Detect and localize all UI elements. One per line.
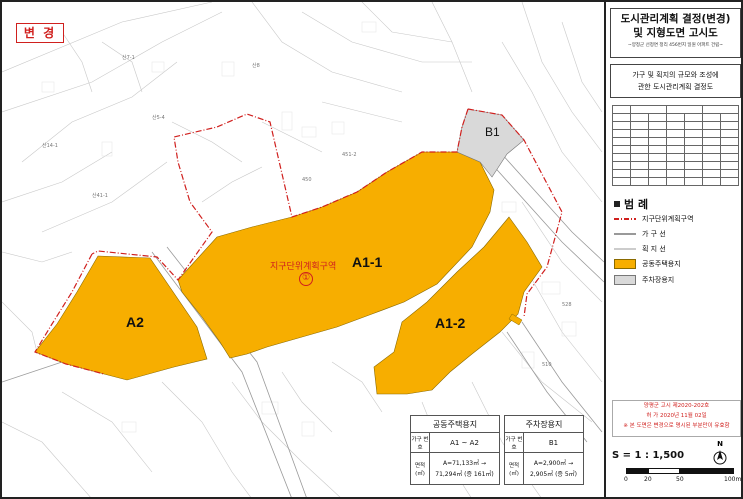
scale-ratio: S = 1 : 1,500: [612, 450, 685, 461]
parking-swatch-icon: [614, 275, 636, 285]
notice-line-3: ※ 본 도면은 변경으로 명시된 부분만이 유효함: [623, 423, 730, 429]
title-line-1: 도시관리계획 결정(변경): [620, 13, 731, 25]
map-area[interactable]: 변 경 A1-1 A1-2 A2 B1 지구단위계획구역 ① 산7-1 산5-4…: [2, 2, 604, 497]
notice-line-1: 양평군 고시 제2020-202호: [643, 403, 710, 409]
lot-number: 451-2: [342, 152, 357, 158]
lot-number: 산7-1: [122, 55, 135, 61]
description-line-2: 관한 도시관리계획 결정도: [637, 83, 714, 91]
title-subtitle: ~양정군 선정면 정리 456번지 일원 아파트 건립~: [627, 43, 724, 48]
label-a2: A2: [126, 314, 144, 330]
label-a1-2: A1-2: [435, 315, 466, 331]
title-box: 도시관리계획 결정(변경) 및 지형도면 고시도 ~양정군 선정면 정리 456…: [610, 8, 741, 58]
housing-area-before: A=71,133㎡ →: [442, 459, 487, 467]
housing-row1-label: 가구 번호: [410, 432, 430, 453]
lot-number: 산8: [252, 63, 260, 69]
title-line-2: 및 지형도면 고시도: [633, 27, 718, 39]
description-box: 가구 및 획지의 규모와 조성에 관한 도시관리계획 결정도: [610, 64, 741, 98]
north-arrow: N: [712, 440, 728, 470]
title-block: 도시관리계획 결정(변경) 및 지형도면 고시도 ~양정군 선정면 정리 456…: [604, 2, 742, 497]
scale-tick: 0: [624, 476, 628, 483]
housing-swatch-icon: [614, 259, 636, 269]
description-line-1: 가구 및 획지의 규모와 조성에: [632, 71, 719, 79]
lot-line-icon: [614, 248, 636, 250]
notice-box: 양평군 고시 제2020-202호 허 가 2020년 11월 02일 ※ 본 …: [612, 400, 741, 437]
lot-number: 산5-4: [152, 115, 165, 121]
parking-table-header: 주차장용지: [504, 415, 584, 433]
lot-number: 450: [302, 177, 312, 183]
lot-number: 528: [562, 302, 572, 308]
parking-land-table: 주차장용지 가구 번호 B1 면적 (㎡) A=2,900㎡ → 2,905㎡ …: [504, 415, 584, 485]
housing-land-table: 공동주택용지 가구 번호 A1 ~ A2 면적 (㎡) A=71,133㎡ → …: [410, 415, 500, 485]
legend-item-boundary: 지구단위계획구역: [612, 212, 741, 226]
parking-area-after: 2,905㎡ (증 5㎡): [529, 470, 577, 478]
housing-area-after: 71,294㎡ (증 161㎡): [435, 470, 494, 478]
drawing-frame: 변 경 A1-1 A1-2 A2 B1 지구단위계획구역 ① 산7-1 산5-4…: [0, 0, 743, 499]
parking-block-number: B1: [523, 432, 584, 453]
parking-area-before: A=2,900㎡ →: [533, 459, 574, 467]
legend-item-housing: 공동주택용지: [612, 257, 741, 271]
boundary-line-icon: [614, 218, 636, 220]
block-line-icon: [614, 233, 636, 235]
change-stamp: 변 경: [16, 23, 64, 43]
parking-row2-label: 면적 (㎡): [504, 452, 524, 485]
housing-table-header: 공동주택용지: [410, 415, 500, 433]
housing-block-number: A1 ~ A2: [429, 432, 500, 453]
scale-tick: 100m: [724, 476, 742, 483]
legend-item-block-line: 가 구 선: [612, 227, 741, 241]
scale-tick: 50: [676, 476, 684, 483]
lot-number: 산41-1: [92, 193, 108, 199]
legend-square-icon: [614, 201, 620, 207]
district-number: ①: [299, 272, 313, 286]
district-label: 지구단위계획구역: [270, 262, 337, 272]
notice-line-2: 허 가 2020년 11월 02일: [646, 413, 707, 419]
parking-row1-label: 가구 번호: [504, 432, 524, 453]
lot-number: 510: [542, 362, 552, 368]
scale-bar: [626, 468, 734, 474]
label-a1-1: A1-1: [352, 254, 383, 270]
summary-grid: [612, 105, 739, 186]
north-arrow-icon: [713, 450, 727, 465]
legend-item-lot-line: 획 지 선: [612, 242, 741, 256]
legend-title: 범 례: [614, 196, 648, 212]
scale-tick: 20: [644, 476, 652, 483]
legend-item-parking: 주차장용지: [612, 273, 741, 287]
label-b1: B1: [485, 125, 500, 139]
housing-row2-label: 면적 (㎡): [410, 452, 430, 485]
lot-number: 산14-1: [42, 143, 58, 149]
